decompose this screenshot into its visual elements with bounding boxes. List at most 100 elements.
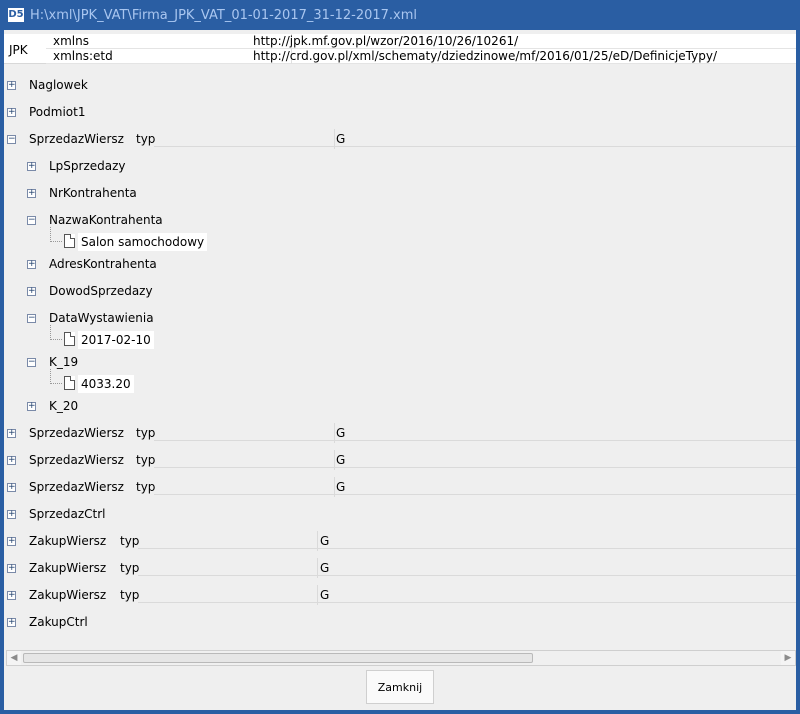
expand-icon[interactable]: + — [7, 510, 16, 519]
leaf-text: Salon samochodowy — [78, 233, 208, 251]
column-divider — [317, 585, 318, 605]
node-label: K_20 — [49, 399, 79, 413]
column-divider — [334, 450, 335, 470]
tree-node-sprzedaz-wiersz[interactable]: + SprzedazWiersz typ G — [4, 450, 796, 472]
tree-node-sprzedaz-wiersz[interactable]: + SprzedazWiersz typ G — [4, 477, 796, 499]
root-label: JPK — [9, 43, 28, 57]
tree-node-zakup-wiersz[interactable]: + ZakupWiersz typ G — [4, 531, 796, 553]
expand-icon[interactable]: + — [7, 618, 16, 627]
attribute-key: typ — [120, 534, 140, 548]
horizontal-scrollbar[interactable]: ◀ ▶ — [6, 650, 796, 666]
tree-connector — [50, 369, 62, 384]
node-label: ZakupCtrl — [29, 615, 88, 629]
collapse-icon[interactable]: − — [27, 314, 36, 323]
tree-node-podmiot1[interactable]: + Podmiot1 — [4, 102, 796, 124]
expand-icon[interactable]: + — [7, 483, 16, 492]
attribute-key: typ — [136, 453, 156, 467]
document-icon — [64, 234, 75, 248]
root-attributes-panel: JPK xmlns http://jpk.mf.gov.pl/wzor/2016… — [4, 34, 796, 64]
attribute-key: typ — [120, 588, 140, 602]
attribute-underline — [138, 575, 796, 576]
tree-node-nr-kontrahenta[interactable]: + NrKontrahenta — [4, 183, 796, 205]
document-icon — [64, 332, 75, 346]
namespace-key: xmlns:etd — [53, 49, 113, 63]
scroll-left-icon[interactable]: ◀ — [7, 651, 21, 665]
tree-node-zakup-ctrl[interactable]: + ZakupCtrl — [4, 612, 796, 634]
tree-node-zakup-wiersz[interactable]: + ZakupWiersz typ G — [4, 585, 796, 607]
node-label: ZakupWiersz — [29, 561, 107, 575]
client-area: JPK xmlns http://jpk.mf.gov.pl/wzor/2016… — [4, 30, 796, 710]
collapse-icon[interactable]: − — [7, 135, 16, 144]
node-label: K_19 — [49, 355, 79, 369]
tree-node-zakup-wiersz[interactable]: + ZakupWiersz typ G — [4, 558, 796, 580]
column-divider — [334, 477, 335, 497]
expand-icon[interactable]: + — [27, 260, 36, 269]
node-label: SprzedazWiersz — [29, 426, 124, 440]
scroll-right-icon[interactable]: ▶ — [781, 651, 795, 665]
attribute-underline — [154, 494, 796, 495]
tree-node-adres-kontrahenta[interactable]: + AdresKontrahenta — [4, 254, 796, 276]
attribute-value: G — [320, 534, 330, 548]
node-label: ZakupWiersz — [29, 588, 107, 602]
expand-icon[interactable]: + — [7, 81, 16, 90]
attribute-value: G — [336, 480, 346, 494]
tree-node-nazwa-kontrahenta[interactable]: − NazwaKontrahenta — [4, 210, 796, 232]
tree-node-sprzedaz-ctrl[interactable]: + SprzedazCtrl — [4, 504, 796, 526]
tree-node-naglowek[interactable]: + Naglowek — [4, 75, 796, 97]
app-icon: D5 — [8, 8, 24, 22]
collapse-icon[interactable]: − — [27, 358, 36, 367]
close-button[interactable]: Zamknij — [366, 670, 434, 704]
attribute-value: G — [336, 132, 346, 146]
node-label: SprzedazWiersz — [29, 480, 124, 494]
attribute-value: G — [320, 588, 330, 602]
tree-connector — [50, 227, 62, 242]
expand-icon[interactable]: + — [7, 591, 16, 600]
xml-tree[interactable]: + Naglowek + Podmiot1 − SprzedazWiersz t… — [4, 70, 796, 645]
expand-icon[interactable]: + — [27, 287, 36, 296]
node-label: ZakupWiersz — [29, 534, 107, 548]
expand-icon[interactable]: + — [27, 189, 36, 198]
tree-node-sprzedaz-wiersz[interactable]: + SprzedazWiersz typ G — [4, 423, 796, 445]
node-label: SprzedazCtrl — [29, 507, 106, 521]
node-label: SprzedazWiersz — [29, 132, 124, 146]
scrollbar-thumb[interactable] — [23, 653, 533, 663]
tree-connector — [50, 325, 62, 340]
attribute-key: typ — [120, 561, 140, 575]
node-label: DowodSprzedazy — [49, 284, 153, 298]
attribute-key: typ — [136, 132, 156, 146]
expand-icon[interactable]: + — [7, 429, 16, 438]
namespace-key: xmlns — [53, 34, 89, 48]
collapse-icon[interactable]: − — [27, 216, 36, 225]
node-label: DataWystawienia — [49, 311, 154, 325]
node-label: LpSprzedazy — [49, 159, 126, 173]
expand-icon[interactable]: + — [27, 162, 36, 171]
tree-node-k20[interactable]: + K_20 — [4, 396, 796, 418]
node-label: NazwaKontrahenta — [49, 213, 163, 227]
expand-icon[interactable]: + — [7, 108, 16, 117]
tree-node-k19[interactable]: − K_19 — [4, 352, 796, 374]
leaf-text: 4033.20 — [78, 375, 134, 393]
attribute-underline — [138, 602, 796, 603]
node-label: Naglowek — [29, 78, 88, 92]
column-divider — [317, 558, 318, 578]
attribute-key: typ — [136, 426, 156, 440]
tree-node-dowod-sprzedazy[interactable]: + DowodSprzedazy — [4, 281, 796, 303]
title-bar[interactable]: D5 H:\xml\JPK_VAT\Firma_JPK_VAT_01-01-20… — [0, 0, 800, 30]
column-divider — [334, 423, 335, 443]
node-label: Podmiot1 — [29, 105, 86, 119]
expand-icon[interactable]: + — [27, 402, 36, 411]
tree-node-sprzedaz-wiersz[interactable]: − SprzedazWiersz typ G — [4, 129, 796, 151]
node-label: SprzedazWiersz — [29, 453, 124, 467]
attribute-value: G — [336, 426, 346, 440]
node-label: AdresKontrahenta — [49, 257, 157, 271]
expand-icon[interactable]: + — [7, 564, 16, 573]
column-divider — [317, 531, 318, 551]
namespace-value: http://crd.gov.pl/xml/schematy/dziedzino… — [253, 49, 718, 63]
namespace-row: xmlns:etd http://crd.gov.pl/xml/schematy… — [46, 49, 796, 64]
namespace-value: http://jpk.mf.gov.pl/wzor/2016/10/26/102… — [253, 34, 519, 48]
tree-node-lp-sprzedazy[interactable]: + LpSprzedazy — [4, 156, 796, 178]
document-icon — [64, 376, 75, 390]
tree-node-data-wystawienia[interactable]: − DataWystawienia — [4, 308, 796, 330]
expand-icon[interactable]: + — [7, 456, 16, 465]
expand-icon[interactable]: + — [7, 537, 16, 546]
